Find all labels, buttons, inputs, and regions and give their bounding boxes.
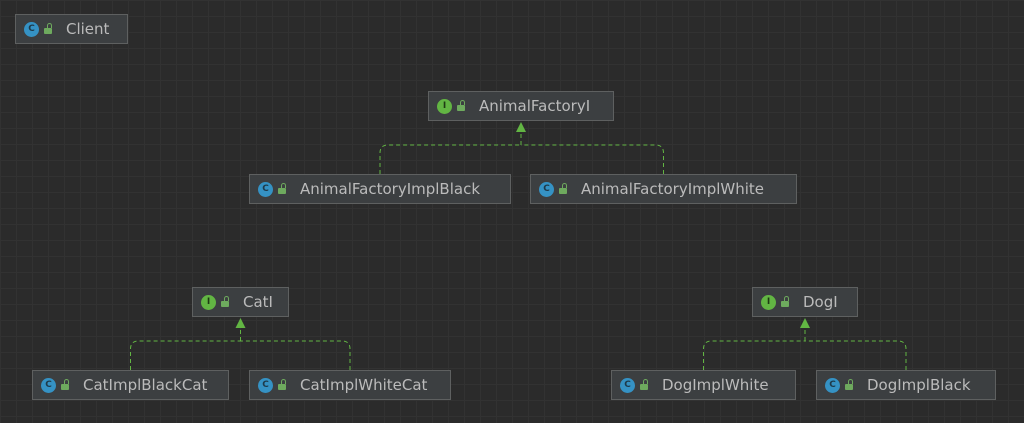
class-node-animalfactoryimplwhite[interactable]: C AnimalFactoryImplWhite [530,174,797,204]
class-c-icon: C [24,21,39,37]
class-c-icon: C [539,181,554,197]
interface-node-dogi[interactable]: I DogI [752,287,858,317]
public-lock-icon [278,379,288,391]
class-node-dogimplwhite[interactable]: C DogImplWhite [611,370,796,400]
class-c-icon: C [41,377,56,393]
implements-edge [521,144,664,174]
interface-i-icon: I [437,98,452,114]
class-node-dogimplblack[interactable]: C DogImplBlack [816,370,996,400]
public-lock-icon [781,296,791,308]
node-label: CatImplWhiteCat [300,376,428,394]
public-lock-icon [61,379,71,391]
implements-edge [703,340,805,370]
implements-arrowhead-icon [800,318,810,328]
node-label: CatI [243,293,273,311]
public-lock-icon [457,100,467,112]
class-c-icon: C [825,377,840,393]
class-node-catimplblackcat[interactable]: C CatImplBlackCat [32,370,229,400]
implements-edge [379,144,521,174]
public-lock-icon [44,23,54,35]
node-label: AnimalFactoryImplWhite [581,180,765,198]
interface-node-animalfactoryi[interactable]: I AnimalFactoryI [428,91,614,121]
interface-i-icon: I [761,294,776,310]
node-label: AnimalFactoryImplBlack [300,180,481,198]
implements-edge [805,340,907,370]
node-label: Client [66,20,110,38]
relationship-edges [130,122,907,370]
interface-i-icon: I [201,294,216,310]
implements-edge [130,340,241,370]
implements-arrowhead-icon [235,318,246,328]
uml-class-diagram: C Client I AnimalFactoryI C AnimalFactor… [0,0,1024,423]
class-c-icon: C [258,181,273,197]
node-label: DogImplWhite [662,376,769,394]
class-c-icon: C [620,377,635,393]
node-label: DogImplBlack [867,376,971,394]
public-lock-icon [640,379,650,391]
class-node-animalfactoryimplblack[interactable]: C AnimalFactoryImplBlack [249,174,511,204]
class-node-catimplwhitecat[interactable]: C CatImplWhiteCat [249,370,451,400]
node-label: AnimalFactoryI [479,97,591,115]
implements-edge [240,340,351,370]
class-c-icon: C [258,377,273,393]
node-label: DogI [803,293,838,311]
public-lock-icon [559,183,569,195]
interface-node-cati[interactable]: I CatI [192,287,289,317]
node-label: CatImplBlackCat [83,376,208,394]
public-lock-icon [845,379,855,391]
implements-arrowhead-icon [516,122,526,132]
public-lock-icon [221,296,231,308]
public-lock-icon [278,183,288,195]
class-node-client[interactable]: C Client [15,14,128,44]
